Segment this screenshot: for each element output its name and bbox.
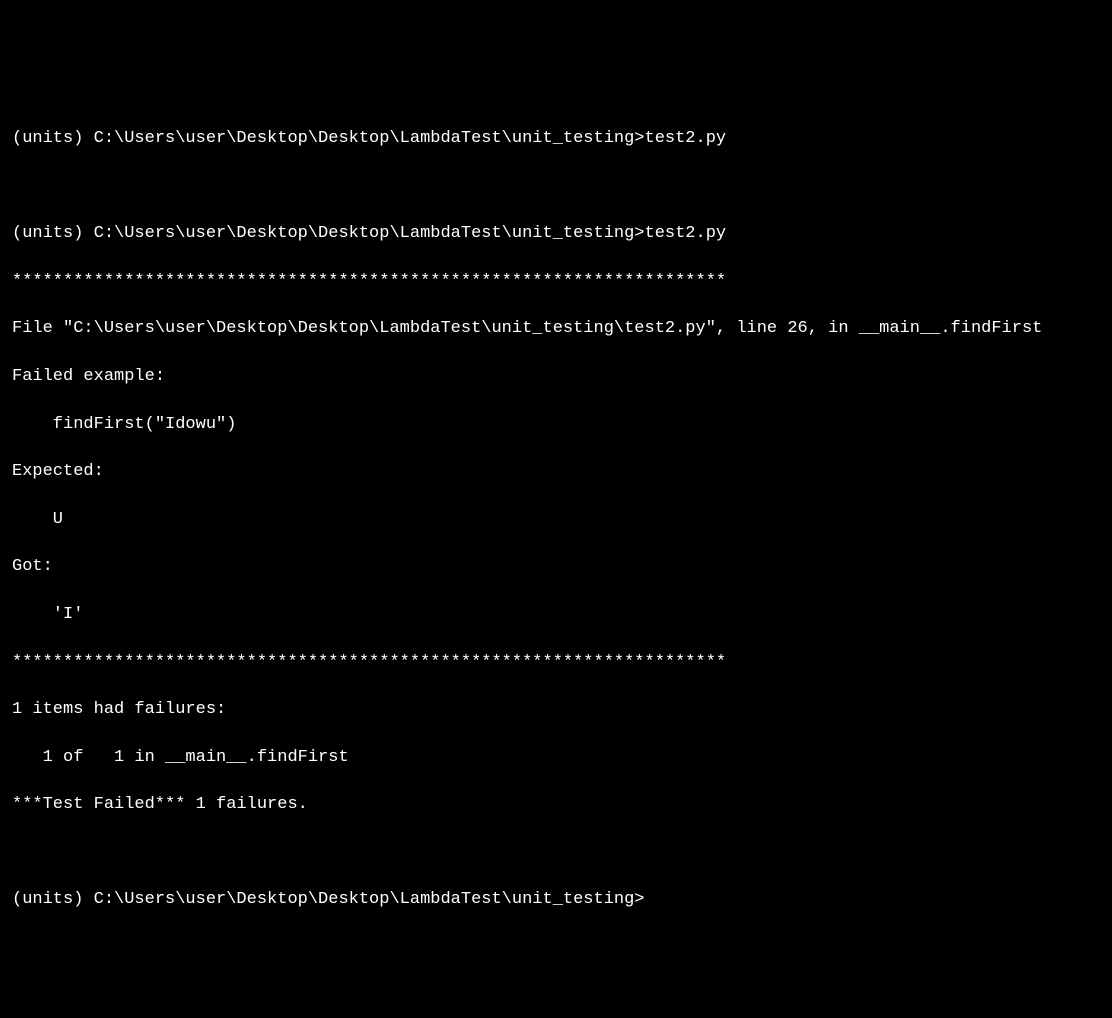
blank-line [12, 175, 1100, 199]
prompt-line-2: (units) C:\Users\user\Desktop\Desktop\La… [12, 222, 1100, 246]
prompt-line-3: (units) C:\Users\user\Desktop\Desktop\La… [12, 888, 1100, 912]
separator-stars: ****************************************… [12, 651, 1100, 675]
failed-example-label: Failed example: [12, 365, 1100, 389]
failed-call: findFirst("Idowu") [12, 413, 1100, 437]
expected-label: Expected: [12, 460, 1100, 484]
terminal-output[interactable]: (units) C:\Users\user\Desktop\Desktop\La… [12, 103, 1100, 936]
file-error-line: File "C:\Users\user\Desktop\Desktop\Lamb… [12, 317, 1100, 341]
prompt-line-1: (units) C:\Users\user\Desktop\Desktop\La… [12, 127, 1100, 151]
failures-count: 1 of 1 in __main__.findFirst [12, 746, 1100, 770]
expected-value: U [12, 508, 1100, 532]
blank-line [12, 841, 1100, 865]
test-failed-summary: ***Test Failed*** 1 failures. [12, 793, 1100, 817]
got-label: Got: [12, 555, 1100, 579]
got-value: 'I' [12, 603, 1100, 627]
separator-stars: ****************************************… [12, 270, 1100, 294]
items-failures: 1 items had failures: [12, 698, 1100, 722]
